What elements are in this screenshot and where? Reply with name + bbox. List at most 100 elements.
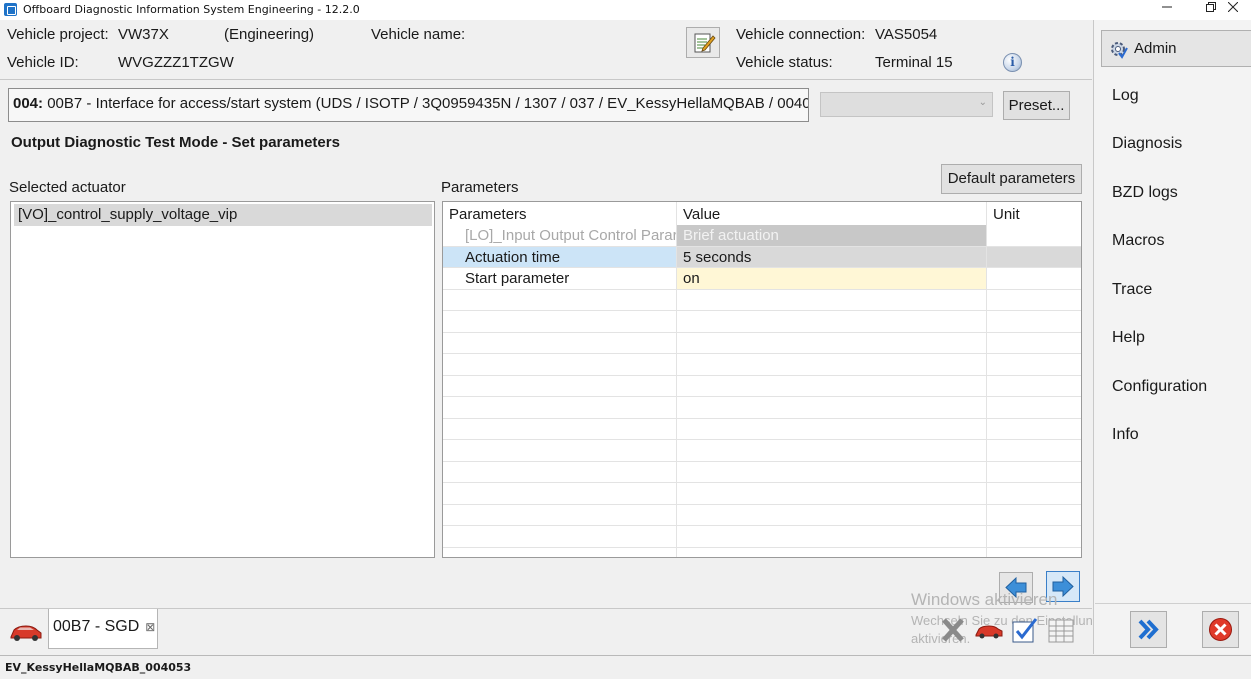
parameters-table: Parameters Value Unit [LO]_Input Output … <box>442 201 1082 558</box>
admin-label: Admin <box>1134 40 1177 57</box>
sidebar-item-trace[interactable]: Trace <box>1104 276 1244 306</box>
empty-cell <box>443 418 677 439</box>
empty-cell <box>987 462 1081 483</box>
preset-button[interactable]: Preset... <box>1003 91 1070 120</box>
close-button[interactable] <box>1210 0 1251 20</box>
notepad-edit-icon <box>694 33 716 53</box>
empty-cell <box>443 375 677 396</box>
empty-cell <box>677 332 987 353</box>
status-text: EV_KessyHellaMQBAB_004053 <box>5 661 192 674</box>
sidebar: Admin Log Diagnosis BZD logs Macros Trac… <box>1093 20 1251 654</box>
empty-cell <box>443 440 677 461</box>
vehicle-info-bar: Vehicle project: VW37X (Engineering) Veh… <box>0 20 1092 80</box>
table-row[interactable]: [LO]_Input Output Control Parar Brief ac… <box>443 225 1081 247</box>
parameter-value: Brief actuation <box>677 225 987 246</box>
empty-cell <box>677 483 987 504</box>
empty-cell <box>987 354 1081 375</box>
sidebar-item-log[interactable]: Log <box>1104 82 1244 112</box>
empty-cell <box>443 504 677 525</box>
empty-cell <box>677 440 987 461</box>
column-header-value[interactable]: Value <box>677 202 987 225</box>
status-bar: EV_KessyHellaMQBAB_004053 <box>0 655 1251 679</box>
chevron-down-icon: ⌄ <box>978 97 987 108</box>
empty-table-row <box>443 526 1081 548</box>
sidebar-item-macros[interactable]: Macros <box>1104 227 1244 257</box>
empty-table-row <box>443 397 1081 419</box>
empty-cell <box>443 289 677 310</box>
double-chevron-right-icon <box>1138 619 1159 640</box>
empty-cell <box>677 461 987 482</box>
tab-close-icon[interactable]: ⊠ <box>145 620 155 634</box>
empty-cell <box>987 311 1081 332</box>
watermark-title: Windows aktivieren <box>911 590 1058 609</box>
empty-cell <box>987 505 1081 526</box>
window-title: Offboard Diagnostic Information System E… <box>23 3 360 16</box>
empty-cell <box>443 354 677 375</box>
empty-cell <box>987 548 1081 558</box>
page-title: Output Diagnostic Test Mode - Set parame… <box>11 134 340 151</box>
sidebar-item-diagnosis[interactable]: Diagnosis <box>1104 130 1244 160</box>
sidebar-item-help[interactable]: Help <box>1104 324 1244 354</box>
info-icon[interactable]: i <box>1003 53 1022 72</box>
checklist-tool[interactable] <box>1010 614 1040 644</box>
empty-cell <box>443 461 677 482</box>
checkbox-icon <box>1012 618 1038 643</box>
empty-cell <box>677 354 987 375</box>
parameter-name: Start parameter <box>443 268 677 289</box>
exit-button[interactable] <box>1202 611 1239 648</box>
parameter-value[interactable]: on <box>677 268 987 289</box>
x-gray-icon <box>942 618 964 642</box>
sidebar-item-info[interactable]: Info <box>1104 421 1244 451</box>
close-icon <box>1227 1 1239 13</box>
sidebar-item-bzd-logs[interactable]: BZD logs <box>1104 179 1244 209</box>
empty-table-row <box>443 418 1081 440</box>
grid-icon <box>1048 619 1074 643</box>
empty-cell <box>443 332 677 353</box>
empty-table-row <box>443 332 1081 354</box>
exit-icon <box>1209 618 1232 641</box>
vehicle-project-label: Vehicle project: <box>7 26 109 43</box>
parameter-unit <box>987 225 1081 246</box>
column-header-unit[interactable]: Unit <box>987 202 1081 225</box>
parameter-unit <box>987 246 1081 267</box>
empty-cell <box>443 483 677 504</box>
empty-table-row <box>443 547 1081 558</box>
vehicle-status-label: Vehicle status: <box>736 54 833 71</box>
list-item[interactable]: [VO]_control_supply_voltage_vip <box>14 204 432 226</box>
parameter-unit <box>987 268 1081 289</box>
empty-cell <box>443 311 677 332</box>
empty-cell <box>443 526 677 547</box>
cancel-tool[interactable] <box>938 614 968 644</box>
tab-control-unit[interactable]: 00B7 - SGD ⊠ <box>48 609 158 649</box>
vehicle-tool[interactable] <box>973 614 1003 644</box>
admin-button[interactable]: Admin <box>1101 30 1251 67</box>
empty-cell <box>443 547 677 557</box>
preset-dropdown[interactable]: ⌄ <box>820 92 993 117</box>
actuator-list: [VO]_control_supply_voltage_vip <box>10 201 435 558</box>
parameter-value[interactable]: 5 seconds <box>677 246 987 267</box>
empty-cell <box>987 290 1081 311</box>
vehicle-id-value: WVGZZZ1TZGW <box>118 54 234 71</box>
empty-table-row <box>443 440 1081 462</box>
table-tool[interactable] <box>1046 614 1076 644</box>
forward-button[interactable] <box>1130 611 1167 648</box>
empty-table-row <box>443 375 1081 397</box>
default-parameters-button[interactable]: Default parameters <box>941 164 1082 194</box>
empty-cell <box>987 440 1081 461</box>
gear-icon <box>1111 42 1128 59</box>
vehicle-tab[interactable] <box>6 613 46 651</box>
empty-cell <box>677 547 987 557</box>
edit-vehicle-button[interactable] <box>686 27 720 58</box>
empty-cell <box>443 397 677 418</box>
column-header-parameters[interactable]: Parameters <box>443 202 677 225</box>
table-row[interactable]: Actuation time 5 seconds <box>443 246 1081 268</box>
parameters-label: Parameters <box>441 179 519 196</box>
empty-cell <box>987 397 1081 418</box>
table-row[interactable]: Start parameter on <box>443 268 1081 290</box>
empty-cell <box>677 397 987 418</box>
minimize-button[interactable] <box>1144 0 1190 20</box>
sidebar-item-configuration[interactable]: Configuration <box>1104 373 1244 403</box>
empty-table-row <box>443 354 1081 376</box>
empty-table-row <box>443 311 1081 333</box>
vehicle-project-value: VW37X <box>118 26 169 43</box>
